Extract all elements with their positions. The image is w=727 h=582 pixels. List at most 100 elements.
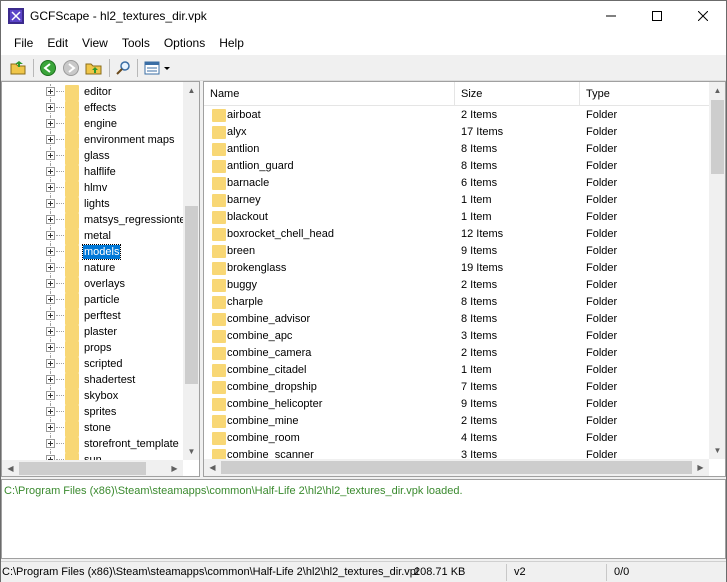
list-row[interactable]: combine_room 4 Items Folder [204, 430, 709, 447]
tree-item-label[interactable]: overlays [83, 277, 126, 291]
menu-edit[interactable]: Edit [40, 33, 75, 53]
expand-plus-icon[interactable] [46, 263, 55, 272]
tree-item[interactable]: engine [2, 116, 183, 133]
tree-item-label[interactable]: models [81, 244, 122, 260]
tree-item-label[interactable]: sprites [83, 405, 117, 419]
expand-plus-icon[interactable] [46, 311, 55, 320]
tree-item-label[interactable]: skybox [83, 389, 119, 403]
scroll-up-arrow-icon[interactable]: ▲ [709, 82, 725, 99]
list-vertical-scrollbar[interactable]: ▲ ▼ [709, 82, 725, 459]
expand-plus-icon[interactable] [46, 103, 55, 112]
forward-button[interactable] [62, 59, 80, 77]
close-button[interactable] [680, 1, 726, 31]
tree-item-label[interactable]: glass [83, 149, 111, 163]
tree-item[interactable]: hlmv [2, 180, 183, 197]
menu-help[interactable]: Help [212, 33, 251, 53]
list-row[interactable]: combine_dropship 7 Items Folder [204, 379, 709, 396]
tree-item-label[interactable]: engine [83, 117, 118, 131]
list-row[interactable]: antlion 8 Items Folder [204, 141, 709, 158]
tree-item-label[interactable]: effects [83, 101, 117, 115]
tree-item[interactable]: stone [2, 420, 183, 437]
title-bar[interactable]: GCFScape - hl2_textures_dir.vpk [1, 1, 726, 31]
menu-tools[interactable]: Tools [115, 33, 157, 53]
column-header-type[interactable]: Type [580, 82, 709, 106]
expand-plus-icon[interactable] [46, 87, 55, 96]
expand-plus-icon[interactable] [46, 135, 55, 144]
expand-plus-icon[interactable] [46, 279, 55, 288]
list-row[interactable]: combine_citadel 1 Item Folder [204, 362, 709, 379]
tree-item[interactable]: props [2, 340, 183, 357]
tree-item[interactable]: perftest [2, 308, 183, 325]
tree-item-label[interactable]: shadertest [83, 373, 136, 387]
tree-vertical-scrollbar[interactable]: ▲ ▼ [183, 82, 199, 460]
open-button[interactable] [10, 59, 28, 77]
list-row[interactable]: barney 1 Item Folder [204, 192, 709, 209]
file-list-pane[interactable]: Name Size Type airboat 2 Items Folder alyx 1… [203, 81, 726, 477]
list-row[interactable]: antlion_guard 8 Items Folder [204, 158, 709, 175]
tree-item[interactable]: shadertest [2, 372, 183, 389]
tree-item[interactable]: editor [2, 84, 183, 101]
list-row[interactable]: combine_scanner 3 Items Folder [204, 447, 709, 459]
tree-item-label[interactable]: metal [83, 229, 112, 243]
list-row[interactable]: combine_apc 3 Items Folder [204, 328, 709, 345]
find-button[interactable] [114, 59, 132, 77]
list-row[interactable]: charple 8 Items Folder [204, 294, 709, 311]
scroll-down-arrow-icon[interactable]: ▼ [709, 442, 725, 459]
maximize-button[interactable] [634, 1, 680, 31]
column-header-name[interactable]: Name [204, 82, 455, 106]
scroll-right-arrow-icon[interactable]: ▶ [166, 460, 183, 476]
expand-plus-icon[interactable] [46, 231, 55, 240]
minimize-button[interactable] [588, 1, 634, 31]
list-row[interactable]: combine_mine 2 Items Folder [204, 413, 709, 430]
log-pane[interactable]: C:\Program Files (x86)\Steam\steamapps\c… [1, 479, 726, 559]
tree-item-label[interactable]: storefront_template [83, 437, 180, 451]
scroll-thumb[interactable] [711, 100, 724, 174]
list-horizontal-scrollbar[interactable]: ◀ ▶ [204, 459, 709, 476]
list-row[interactable]: blackout 1 Item Folder [204, 209, 709, 226]
scroll-thumb[interactable] [221, 461, 692, 474]
tree-item-label[interactable]: halflife [83, 165, 117, 179]
scroll-thumb[interactable] [185, 206, 198, 384]
scroll-down-arrow-icon[interactable]: ▼ [183, 443, 199, 460]
tree-item[interactable]: nature [2, 260, 183, 277]
tree-item-label[interactable]: editor [83, 85, 113, 99]
menu-view[interactable]: View [75, 33, 115, 53]
list-row[interactable]: buggy 2 Items Folder [204, 277, 709, 294]
list-row[interactable]: barnacle 6 Items Folder [204, 175, 709, 192]
scroll-left-arrow-icon[interactable]: ◀ [2, 460, 19, 476]
tree-item-label[interactable]: perftest [83, 309, 122, 323]
list-row[interactable]: brokenglass 19 Items Folder [204, 260, 709, 277]
tree-item-label[interactable]: stone [83, 421, 112, 435]
expand-plus-icon[interactable] [46, 119, 55, 128]
expand-plus-icon[interactable] [46, 183, 55, 192]
back-button[interactable] [39, 59, 57, 77]
list-row[interactable]: combine_advisor 8 Items Folder [204, 311, 709, 328]
expand-plus-icon[interactable] [46, 359, 55, 368]
scroll-thumb[interactable] [19, 462, 146, 475]
tree-item[interactable]: matsys_regressiontes [2, 212, 183, 229]
tree-item-label[interactable]: environment maps [83, 133, 176, 147]
tree-item[interactable]: environment maps [2, 132, 183, 149]
expand-plus-icon[interactable] [46, 391, 55, 400]
column-header-size[interactable]: Size [455, 82, 580, 106]
expand-plus-icon[interactable] [46, 247, 55, 256]
expand-plus-icon[interactable] [46, 167, 55, 176]
tree-item[interactable]: effects [2, 100, 183, 117]
scroll-up-arrow-icon[interactable]: ▲ [183, 82, 199, 99]
expand-plus-icon[interactable] [46, 407, 55, 416]
tree-item[interactable]: glass [2, 148, 183, 165]
list-row[interactable]: airboat 2 Items Folder [204, 107, 709, 124]
up-folder-button[interactable] [85, 59, 103, 77]
tree-item[interactable]: storefront_template [2, 436, 183, 453]
tree-item[interactable]: particle [2, 292, 183, 309]
tree-item-label[interactable]: props [83, 341, 113, 355]
tree-item[interactable]: overlays [2, 276, 183, 293]
list-row[interactable]: breen 9 Items Folder [204, 243, 709, 260]
tree-item[interactable]: models [2, 244, 183, 261]
folder-tree-pane[interactable]: editor effects engine environment maps glass… [1, 81, 200, 477]
tree-item-label[interactable]: nature [83, 261, 116, 275]
menu-options[interactable]: Options [157, 33, 212, 53]
expand-plus-icon[interactable] [46, 151, 55, 160]
tree-item[interactable]: lights [2, 196, 183, 213]
menu-file[interactable]: File [7, 33, 40, 53]
